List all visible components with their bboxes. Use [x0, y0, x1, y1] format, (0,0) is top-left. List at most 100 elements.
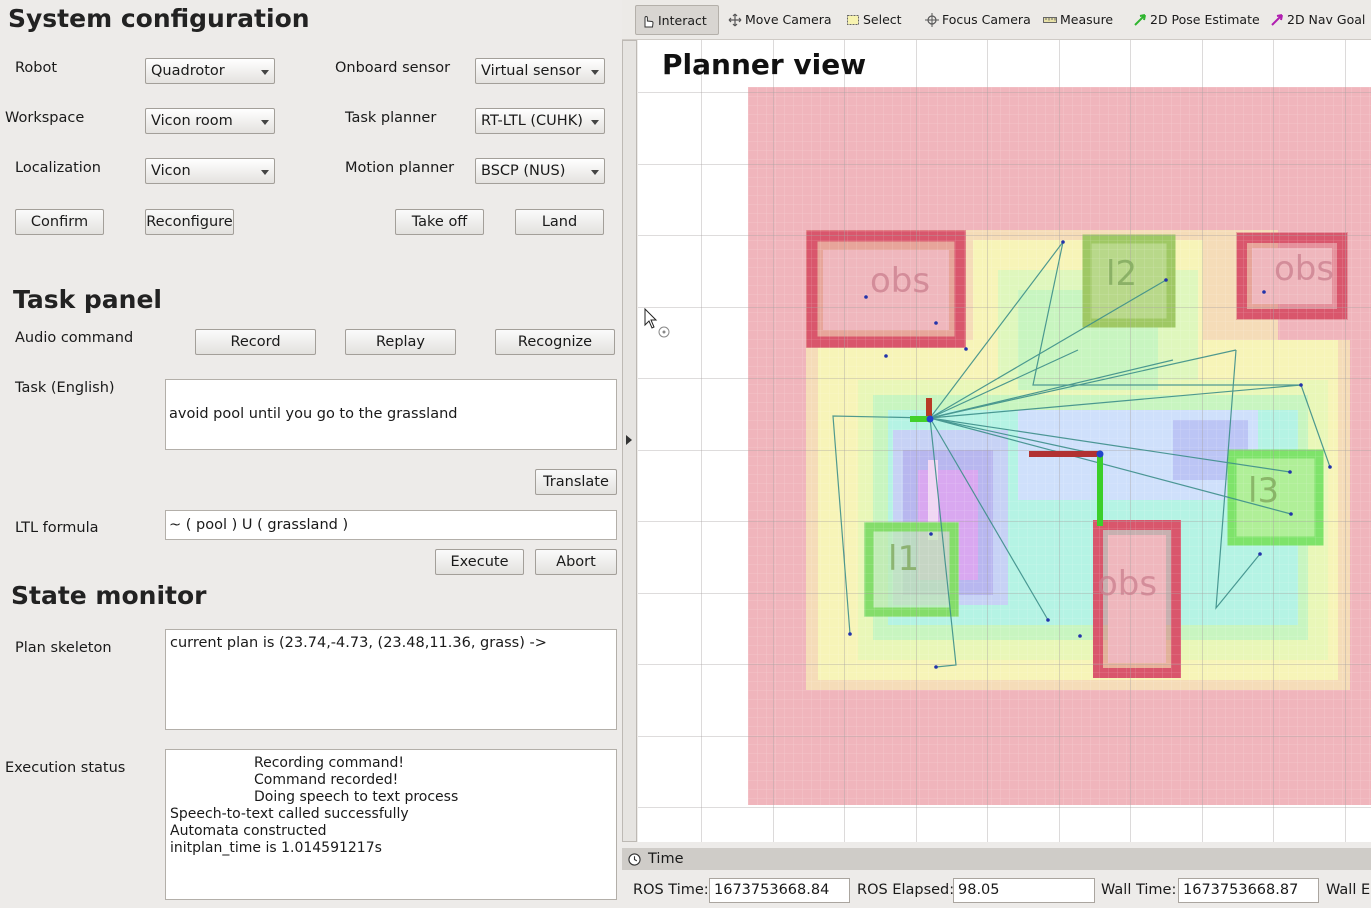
move-camera-icon: [728, 13, 742, 27]
wall-time-label: Wall Time:: [1101, 882, 1177, 898]
translate-button[interactable]: Translate: [535, 469, 617, 495]
localization-label: Localization: [15, 160, 101, 176]
robot-combo[interactable]: Quadrotor: [145, 58, 275, 84]
robot-label: Robot: [15, 60, 58, 76]
task-planner-value: RT-LTL (CUHK): [481, 113, 583, 129]
plan-skeleton-label: Plan skeleton: [15, 640, 112, 656]
motion-planner-combo[interactable]: BSCP (NUS): [475, 158, 605, 184]
nav-goal-label: 2D Nav Goal: [1287, 12, 1366, 27]
plan-skeleton-text: current plan is (23.74,-4.73, (23.48,11.…: [170, 635, 547, 651]
select-tool[interactable]: Select: [841, 5, 902, 35]
task-planner-label: Task planner: [345, 110, 437, 126]
exec-line: Command recorded!: [254, 772, 399, 788]
ros-elapsed-label: ROS Elapsed:: [857, 882, 955, 898]
ltl-formula-input[interactable]: ~ ( pool ) U ( grassland ): [165, 510, 617, 540]
time-panel-body: ROS Time: 1673753668.84 ROS Elapsed: 98.…: [622, 870, 1371, 908]
exec-line: Doing speech to text process: [254, 789, 459, 805]
interact-tool-label: Interact: [658, 13, 707, 28]
robot-combo-value: Quadrotor: [151, 63, 225, 79]
recognize-button[interactable]: Recognize: [495, 329, 615, 355]
obs-label: obs: [1097, 564, 1157, 604]
chevron-down-icon: [591, 70, 599, 75]
localization-combo[interactable]: Vicon: [145, 158, 275, 184]
purple-arrow-icon: [1271, 14, 1283, 26]
ltl-formula-value: ~ ( pool ) U ( grassland ): [169, 517, 349, 533]
nav-goal-tool[interactable]: 2D Nav Goal: [1265, 5, 1365, 35]
measure-label: Measure: [1060, 12, 1114, 27]
select-label: Select: [863, 12, 902, 27]
world-grid: [638, 40, 1371, 842]
task-planner-combo[interactable]: RT-LTL (CUHK): [475, 108, 605, 134]
audio-command-label: Audio command: [15, 330, 134, 346]
record-button[interactable]: Record: [195, 329, 316, 355]
onboard-sensor-value: Virtual sensor: [481, 63, 582, 79]
exec-line: Recording command!: [254, 755, 404, 771]
wall-elapsed-label: Wall El: [1326, 882, 1371, 898]
ros-time-label: ROS Time:: [633, 882, 709, 898]
ros-elapsed-field[interactable]: 98.05: [953, 878, 1095, 903]
take-off-button[interactable]: Take off: [395, 209, 484, 235]
interact-tool[interactable]: Interact: [635, 5, 719, 35]
region-label: l1: [888, 539, 919, 579]
time-panel-header: Time: [622, 848, 1371, 870]
region-label: l2: [1106, 254, 1137, 294]
rotate-cursor-icon: [658, 326, 670, 338]
chevron-down-icon: [261, 170, 269, 175]
rviz-toolbar: Interact Move Camera Select Focus Camera…: [622, 0, 1371, 40]
confirm-button[interactable]: Confirm: [15, 209, 104, 235]
focus-camera-tool[interactable]: Focus Camera: [920, 5, 1031, 35]
chevron-down-icon: [591, 170, 599, 175]
ruler-icon: [1043, 17, 1057, 23]
measure-tool[interactable]: Measure: [1038, 5, 1113, 35]
focus-camera-icon: [925, 13, 939, 27]
collapse-arrow-icon[interactable]: [626, 435, 632, 445]
planner-map[interactable]: obs obs obs l2 l3 l1: [638, 40, 1371, 842]
ltl-formula-label: LTL formula: [15, 520, 99, 536]
chevron-down-icon: [261, 70, 269, 75]
obs-label: obs: [1274, 249, 1334, 289]
abort-button[interactable]: Abort: [535, 549, 617, 575]
chevron-down-icon: [261, 120, 269, 125]
clock-icon: [628, 853, 641, 866]
planner-viewport[interactable]: obs obs obs l2 l3 l1 Planner view: [638, 40, 1371, 842]
move-camera-tool[interactable]: Move Camera: [723, 5, 832, 35]
motion-planner-value: BSCP (NUS): [481, 163, 566, 179]
plan-skeleton-textbox[interactable]: current plan is (23.74,-4.73, (23.48,11.…: [165, 629, 617, 730]
task-english-textbox[interactable]: avoid pool until you go to the grassland: [165, 379, 617, 450]
workspace-combo[interactable]: Vicon room: [145, 108, 275, 134]
workspace-label: Workspace: [5, 110, 85, 126]
execute-button[interactable]: Execute: [435, 549, 524, 575]
exec-line: Speech-to-text called successfully: [170, 806, 409, 822]
system-config-title: System configuration: [8, 4, 310, 33]
panel-splitter[interactable]: [622, 40, 637, 842]
pose-estimate-tool[interactable]: 2D Pose Estimate: [1128, 5, 1260, 35]
task-english-label: Task (English): [15, 380, 115, 396]
task-english-text: avoid pool until you go to the grassland: [169, 406, 458, 422]
onboard-sensor-label: Onboard sensor: [335, 60, 451, 76]
move-camera-label: Move Camera: [745, 12, 832, 27]
ros-elapsed-value: 98.05: [958, 882, 1000, 898]
land-button[interactable]: Land: [515, 209, 604, 235]
onboard-sensor-combo[interactable]: Virtual sensor: [475, 58, 605, 84]
time-panel-title: Time: [648, 851, 684, 867]
chevron-down-icon: [591, 120, 599, 125]
task-panel-title: Task panel: [13, 285, 162, 314]
execution-status-textbox[interactable]: Recording command! Command recorded! Doi…: [165, 749, 617, 900]
replay-button[interactable]: Replay: [345, 329, 456, 355]
region-label: l3: [1248, 471, 1279, 511]
ros-time-field[interactable]: 1673753668.84: [709, 878, 850, 903]
reconfigure-button[interactable]: Reconfigure: [145, 209, 234, 235]
motion-planner-label: Motion planner: [345, 160, 455, 176]
obs-label: obs: [870, 261, 930, 301]
execution-status-label: Execution status: [5, 760, 126, 776]
workspace-value: Vicon room: [151, 113, 233, 129]
exec-line: initplan_time is 1.014591217s: [170, 840, 382, 856]
focus-camera-label: Focus Camera: [942, 12, 1031, 27]
wall-time-value: 1673753668.87: [1183, 882, 1299, 898]
hand-pointer-icon: [644, 15, 654, 28]
select-box-icon: [847, 15, 859, 25]
green-arrow-icon: [1134, 14, 1146, 26]
planner-view-title: Planner view: [662, 48, 867, 81]
mouse-cursor-icon: [644, 308, 658, 329]
wall-time-field[interactable]: 1673753668.87: [1178, 878, 1319, 903]
